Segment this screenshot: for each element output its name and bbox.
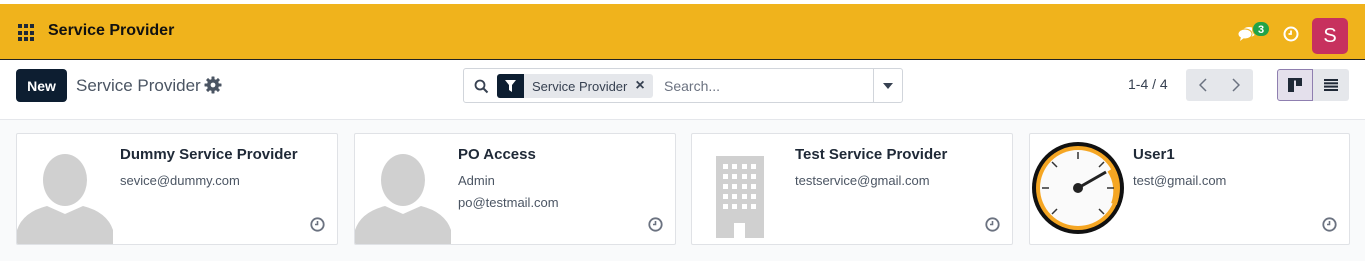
card-name: Dummy Service Provider [120,146,298,163]
kanban-icon [1288,78,1302,92]
caret-down-icon [883,82,893,89]
pager-value[interactable]: 1-4 / 4 [1128,76,1168,92]
search-icon[interactable] [474,79,489,94]
search-bar: Service Provider × [463,68,903,103]
apps-menu-icon[interactable] [18,24,36,42]
kanban-card[interactable]: Test Service Provider testservice@gmail.… [691,133,1013,245]
kanban-card[interactable]: PO Access Admin po@testmail.com [354,133,676,245]
card-name: PO Access [458,146,536,163]
activity-clock-icon[interactable] [1283,26,1299,42]
card-email: po@testmail.com [458,195,559,210]
activity-clock-icon[interactable] [648,217,663,232]
pager-buttons [1186,69,1253,101]
user-avatar[interactable]: S [1312,18,1348,54]
card-role: Admin [458,173,495,188]
activity-clock-icon[interactable] [1322,217,1337,232]
card-email: test@gmail.com [1133,173,1227,188]
gear-icon[interactable] [204,76,222,94]
speedometer-image [1032,142,1124,234]
person-placeholder-image [17,154,113,244]
remove-filter-icon[interactable]: × [635,77,652,95]
list-view-button[interactable] [1313,69,1349,101]
search-options-toggle[interactable] [873,69,902,102]
card-name: Test Service Provider [795,146,948,163]
activity-clock-icon[interactable] [985,217,1000,232]
pager-previous-button[interactable] [1186,69,1219,101]
card-name: User1 [1133,146,1175,163]
search-input[interactable] [664,75,864,97]
control-panel: New Service Provider Service Provider × [0,60,1365,120]
kanban-card[interactable]: Dummy Service Provider sevice@dummy.com [16,133,338,245]
person-placeholder-image [355,154,451,244]
chevron-left-icon [1198,78,1207,92]
building-placeholder-image [716,156,764,238]
view-switcher [1277,69,1349,101]
breadcrumb: Service Provider [76,76,201,95]
filter-facet: Service Provider × [497,74,653,98]
new-button[interactable]: New [16,69,67,102]
card-email: testservice@gmail.com [795,173,930,188]
kanban-card[interactable]: User1 test@gmail.com [1029,133,1350,245]
pager-next-button[interactable] [1219,69,1252,101]
card-email: sevice@dummy.com [120,173,240,188]
top-navbar: Service Provider 3 S [0,0,1365,60]
chevron-right-icon [1231,78,1240,92]
filter-facet-label: Service Provider [532,78,628,94]
chat-count-badge: 3 [1252,21,1270,37]
activity-clock-icon[interactable] [310,217,325,232]
filter-icon [497,74,524,98]
app-title[interactable]: Service Provider [48,22,174,40]
list-icon [1324,79,1338,91]
kanban-view-button[interactable] [1277,69,1313,101]
